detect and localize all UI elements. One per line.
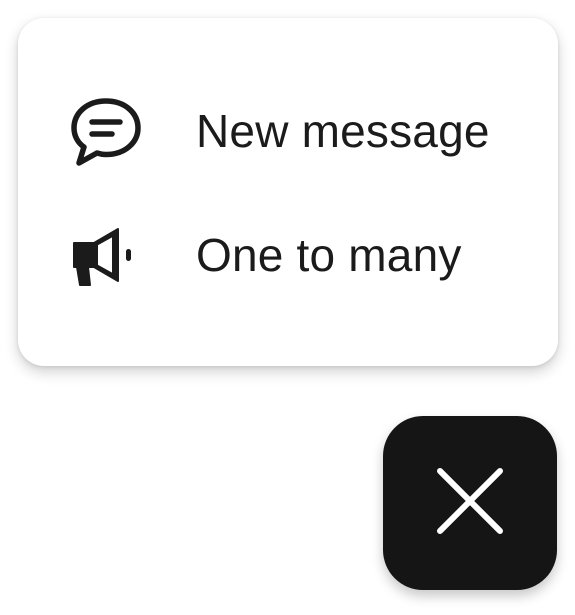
one-to-many-menu-item[interactable]: One to many [18, 200, 558, 310]
one-to-many-label: One to many [196, 229, 462, 281]
new-message-menu-item[interactable]: New message [18, 76, 558, 186]
screen: New message One to many [0, 0, 575, 615]
fab-action-menu: New message One to many [18, 18, 558, 366]
new-message-label: New message [196, 105, 490, 157]
megaphone-icon [66, 215, 146, 295]
close-menu-button[interactable] [383, 416, 557, 590]
chat-bubble-icon [66, 91, 146, 171]
close-icon [434, 465, 506, 542]
